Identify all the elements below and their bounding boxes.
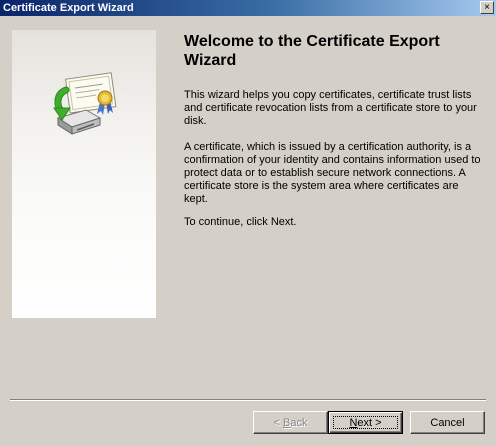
button-separator [10,399,486,401]
wizard-side-panel [12,30,156,318]
next-button-label: Next > [349,416,382,429]
intro-paragraph: This wizard helps you copy certificates,… [184,89,477,127]
next-button[interactable]: Next > [328,411,403,434]
cancel-button[interactable]: Cancel [410,411,485,434]
close-icon: × [484,1,490,13]
title-bar[interactable]: Certificate Export Wizard × [0,0,496,16]
close-button[interactable]: × [480,1,494,14]
back-button[interactable]: < Back [253,411,328,434]
wizard-window: Certificate Export Wizard × Welcome to t… [0,0,496,446]
window-title: Certificate Export Wizard [3,2,134,14]
certificate-export-icon [53,72,117,135]
page-title: Welcome to the Certificate Export Wizard [184,33,440,69]
certificate-info-paragraph: A certificate, which is issued by a cert… [184,141,481,205]
continue-instruction: To continue, click Next. [184,216,297,228]
back-button-label: < Back [273,416,308,429]
